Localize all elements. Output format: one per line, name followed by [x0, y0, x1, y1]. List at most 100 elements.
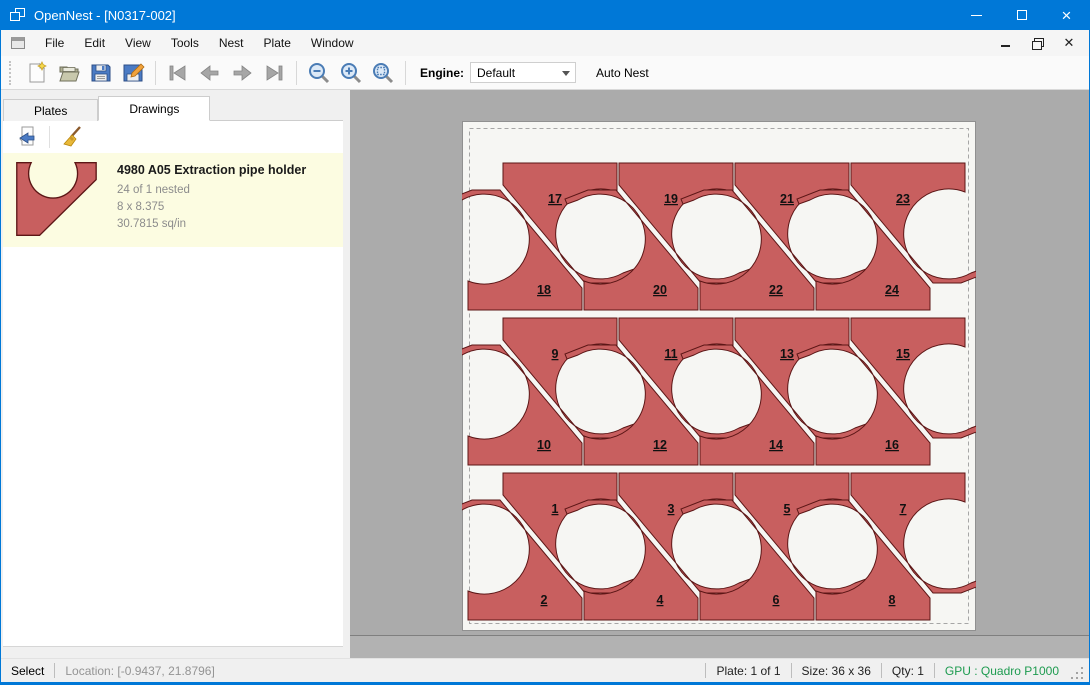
tab-plates[interactable]: Plates — [3, 99, 98, 121]
previous-plate-button[interactable] — [196, 59, 224, 87]
first-plate-button[interactable] — [164, 59, 192, 87]
drawing-size: 8 x 8.375 — [117, 199, 306, 216]
mdi-minimize-button[interactable] — [997, 35, 1013, 51]
drawing-nested-count: 24 of 1 nested — [117, 182, 306, 199]
status-separator — [705, 663, 706, 678]
part-number-17: 17 — [548, 192, 562, 206]
zoom-extents-icon — [371, 61, 395, 85]
panel-scrollbar[interactable] — [3, 646, 343, 658]
part-number-5: 5 — [784, 502, 791, 516]
mdi-restore-button[interactable] — [1029, 35, 1045, 51]
part-number-22: 22 — [769, 283, 783, 297]
part-thumbnail-shape — [17, 163, 96, 236]
engine-select[interactable]: Default — [470, 62, 576, 83]
status-separator — [791, 663, 792, 678]
status-gpu: GPU : Quadro P1000 — [945, 664, 1059, 678]
toolbar-separator — [405, 61, 406, 85]
toolbar-separator — [296, 61, 297, 85]
close-icon: × — [1062, 7, 1072, 24]
chevron-down-icon — [562, 71, 570, 76]
resize-grip-icon[interactable] — [1071, 667, 1085, 681]
part-number-13: 13 — [780, 347, 794, 361]
part-number-14: 14 — [769, 438, 783, 452]
close-button[interactable]: × — [1044, 0, 1089, 30]
zoom-in-button[interactable] — [337, 59, 365, 87]
status-mode: Select — [11, 664, 44, 678]
toolbar-grip[interactable] — [9, 61, 15, 85]
menu-window[interactable]: Window — [301, 32, 364, 54]
title-bar: OpenNest - [N0317-002] × — [1, 0, 1089, 30]
plate-drawing[interactable]: 171819202122232491011121314151612345678 — [462, 121, 976, 631]
part-number-7: 7 — [900, 502, 907, 516]
drawings-tab-page: 4980 A05 Extraction pipe holder 24 of 1 … — [3, 120, 343, 658]
clear-button[interactable] — [58, 124, 86, 150]
open-file-button[interactable] — [55, 59, 83, 87]
part-number-6: 6 — [773, 593, 780, 607]
part-thumbnail — [15, 161, 107, 237]
engine-label: Engine: — [420, 66, 464, 80]
part-number-20: 20 — [653, 283, 667, 297]
minimize-icon — [971, 15, 982, 16]
minimize-button[interactable] — [954, 0, 999, 30]
content-area: Plates Drawings — [1, 90, 1089, 658]
zoom-out-icon — [307, 61, 331, 85]
menu-nest[interactable]: Nest — [209, 32, 254, 54]
nesting-canvas[interactable]: 171819202122232491011121314151612345678 — [350, 90, 1089, 658]
part-number-12: 12 — [653, 438, 667, 452]
drawing-list-item[interactable]: 4980 A05 Extraction pipe holder 24 of 1 … — [3, 153, 343, 247]
part-number-21: 21 — [780, 192, 794, 206]
save-icon — [89, 61, 113, 85]
status-plate-count: Plate: 1 of 1 — [716, 664, 780, 678]
mdi-minimize-icon — [1001, 45, 1010, 47]
status-bar: Select Location: [-0.9437, 21.8796] Plat… — [1, 658, 1089, 682]
drawing-area: 30.7815 sq/in — [117, 216, 306, 233]
previous-plate-icon — [198, 61, 222, 85]
menu-view[interactable]: View — [115, 32, 161, 54]
first-plate-icon — [166, 61, 190, 85]
canvas-horizontal-scrollbar[interactable] — [350, 635, 1089, 658]
status-location: Location: [-0.9437, 21.8796] — [65, 664, 214, 678]
tab-drawings[interactable]: Drawings — [98, 96, 210, 121]
save-button[interactable] — [87, 59, 115, 87]
app-cascade-icon — [10, 8, 26, 22]
mdi-close-button[interactable]: ✕ — [1061, 35, 1077, 51]
maximize-button[interactable] — [999, 0, 1044, 30]
drawing-list-empty-area — [3, 247, 343, 646]
part-number-18: 18 — [537, 283, 551, 297]
new-file-button[interactable] — [23, 59, 51, 87]
mdi-document-icon — [11, 37, 25, 49]
mdi-close-icon: ✕ — [1064, 35, 1075, 51]
app-window: OpenNest - [N0317-002] × File Edit View … — [0, 0, 1090, 685]
clear-icon — [60, 125, 84, 149]
part-number-16: 16 — [885, 438, 899, 452]
menu-plate[interactable]: Plate — [254, 32, 301, 54]
engine-value: Default — [477, 66, 515, 80]
next-plate-icon — [230, 61, 254, 85]
menu-file[interactable]: File — [35, 32, 74, 54]
tab-strip: Plates Drawings — [1, 95, 350, 121]
part-number-23: 23 — [896, 192, 910, 206]
next-plate-button[interactable] — [228, 59, 256, 87]
status-plate-size: Size: 36 x 36 — [802, 664, 871, 678]
zoom-in-icon — [339, 61, 363, 85]
last-plate-icon — [262, 61, 286, 85]
menu-bar: File Edit View Tools Nest Plate Window ✕ — [1, 30, 1089, 56]
zoom-out-button[interactable] — [305, 59, 333, 87]
import-drawing-button[interactable] — [13, 124, 41, 150]
maximize-icon — [1017, 10, 1027, 20]
drawing-title: 4980 A05 Extraction pipe holder — [117, 163, 306, 177]
part-number-11: 11 — [664, 347, 677, 361]
part-number-8: 8 — [889, 593, 896, 607]
status-separator — [934, 663, 935, 678]
zoom-extents-button[interactable] — [369, 59, 397, 87]
drawings-toolbar — [3, 121, 343, 153]
main-toolbar: Engine: Default Auto Nest — [1, 56, 1089, 90]
last-plate-button[interactable] — [260, 59, 288, 87]
open-file-icon — [57, 61, 81, 85]
auto-nest-button[interactable]: Auto Nest — [590, 62, 655, 84]
menu-edit[interactable]: Edit — [74, 32, 115, 54]
part-number-19: 19 — [664, 192, 678, 206]
menu-tools[interactable]: Tools — [161, 32, 209, 54]
save-as-button[interactable] — [119, 59, 147, 87]
part-number-10: 10 — [537, 438, 551, 452]
